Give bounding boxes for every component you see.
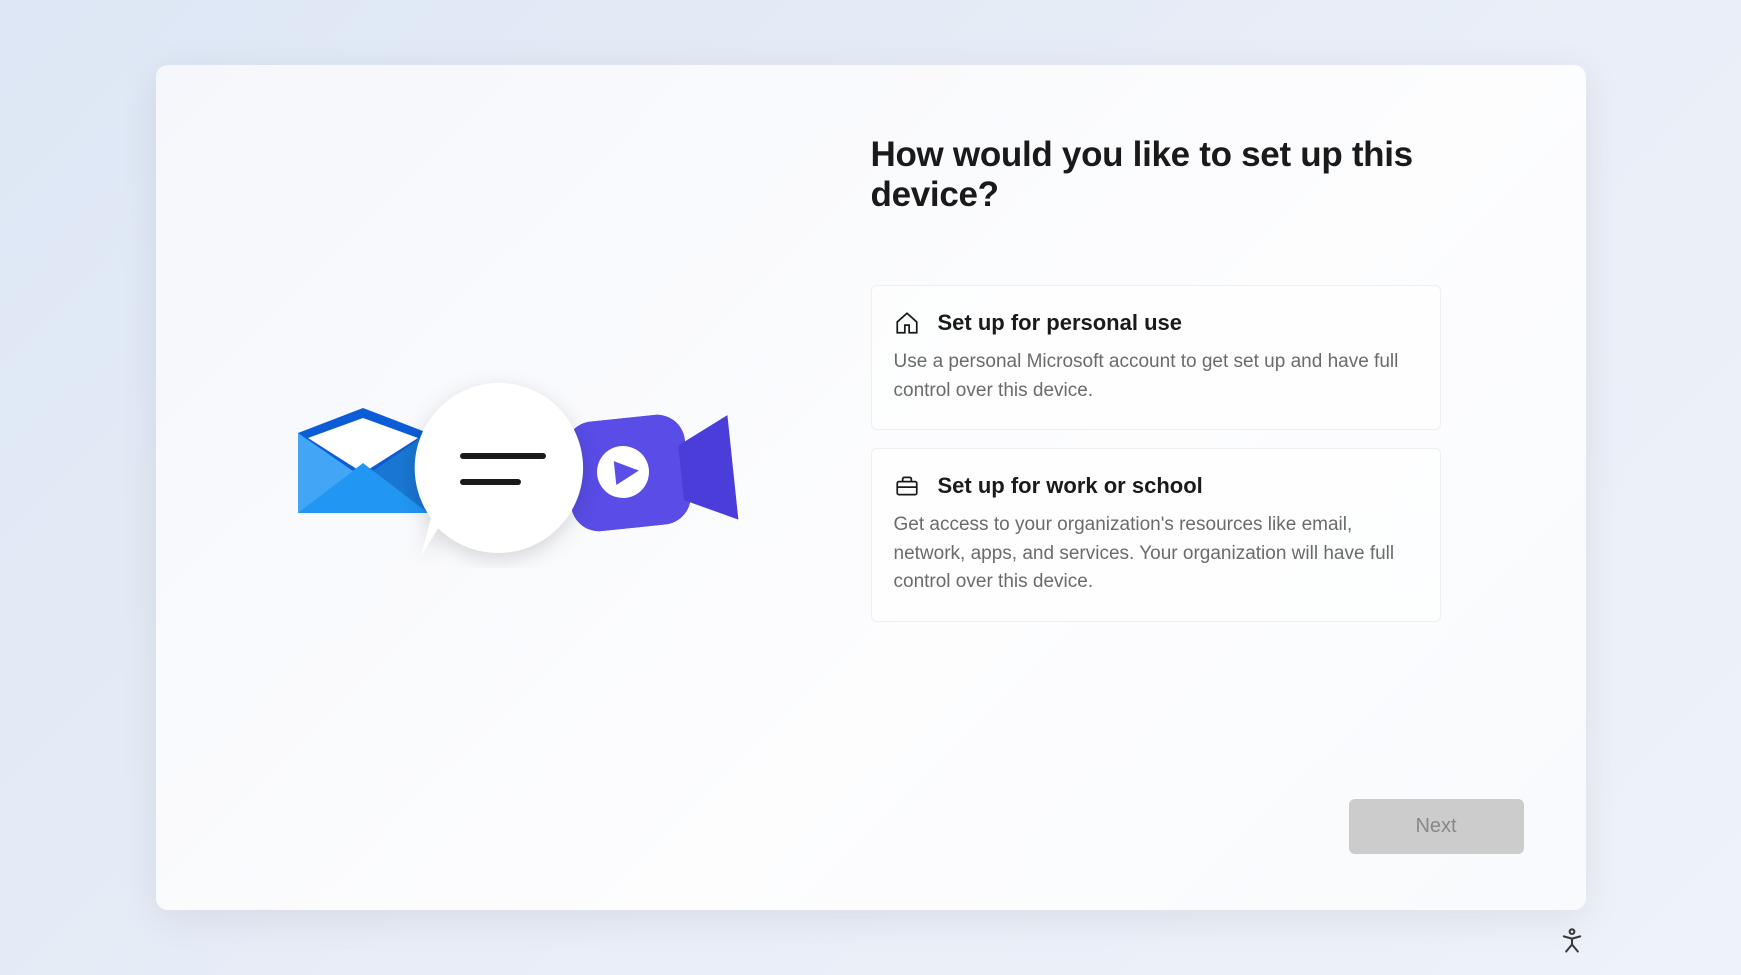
option-title: Set up for personal use: [938, 310, 1183, 336]
page-title: How would you like to set up this device…: [871, 135, 1546, 215]
speech-bubble-icon: [403, 368, 603, 568]
accessibility-icon[interactable]: [1558, 927, 1586, 955]
setup-card: How would you like to set up this device…: [156, 65, 1586, 910]
home-icon: [894, 310, 920, 336]
option-personal-use[interactable]: Set up for personal use Use a personal M…: [871, 285, 1441, 430]
option-description: Get access to your organization's resour…: [894, 511, 1418, 597]
illustration-panel: [156, 65, 871, 910]
options-container: Set up for personal use Use a personal M…: [871, 285, 1441, 622]
option-work-school[interactable]: Set up for work or school Get access to …: [871, 448, 1441, 622]
option-header: Set up for personal use: [894, 310, 1418, 336]
setup-illustration: [283, 348, 743, 628]
option-header: Set up for work or school: [894, 473, 1418, 499]
option-title: Set up for work or school: [938, 473, 1203, 499]
option-description: Use a personal Microsoft account to get …: [894, 348, 1418, 405]
briefcase-icon: [894, 473, 920, 499]
next-button[interactable]: Next: [1349, 799, 1524, 854]
content-panel: How would you like to set up this device…: [871, 65, 1586, 910]
